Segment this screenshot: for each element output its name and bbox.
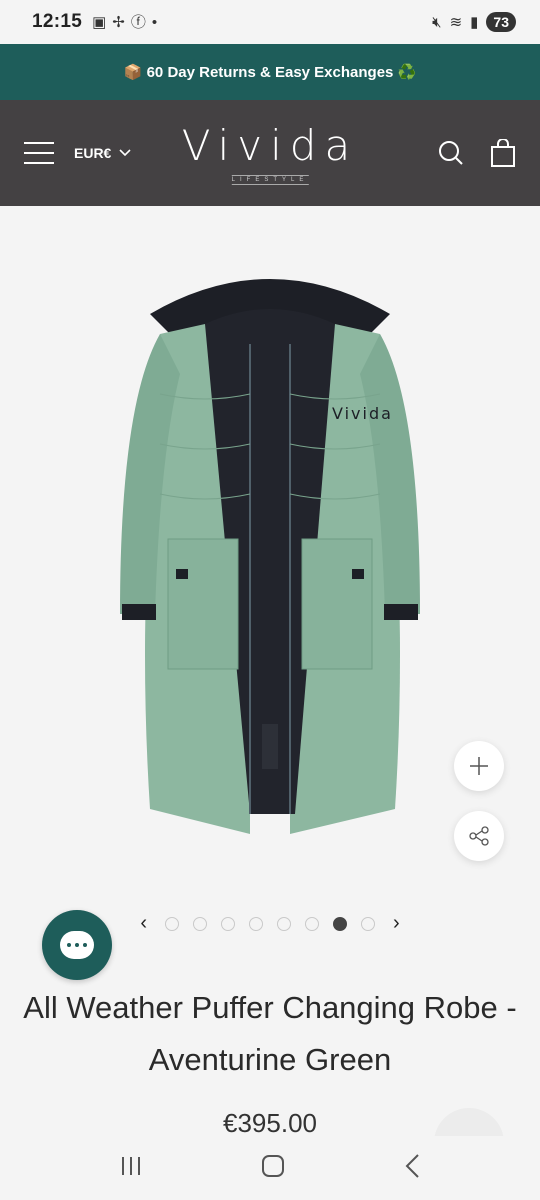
screenshot-icon: ▣ <box>92 13 107 31</box>
chevron-down-icon <box>119 149 131 157</box>
facebook-icon: ⓕ <box>130 13 146 31</box>
product-image-coat: Vivida <box>120 279 420 834</box>
plus-icon <box>470 757 488 775</box>
logo-text: Vivida <box>181 121 359 170</box>
menu-button[interactable] <box>24 142 54 164</box>
signal-icon: ▮ <box>470 14 479 31</box>
coat-logo-text: Vivida <box>332 404 393 423</box>
brand-logo[interactable]: Vivida LIFESTYLE <box>182 124 358 186</box>
search-icon[interactable] <box>438 140 464 166</box>
announcement-text: 📦 60 Day Returns & Easy Exchanges ♻️ <box>123 64 417 81</box>
home-icon[interactable] <box>260 1153 286 1184</box>
wifi-icon: ≋ <box>449 14 463 31</box>
carousel-dot[interactable] <box>277 916 291 931</box>
carousel-dot[interactable] <box>305 916 319 931</box>
status-time: 12:15 <box>32 11 83 32</box>
zoom-button[interactable] <box>454 741 504 791</box>
site-header: EUR€ Vivida LIFESTYLE <box>0 100 540 206</box>
mute-icon: 🔇︎ <box>432 13 442 31</box>
menu-icon-line <box>24 152 54 154</box>
share-button[interactable] <box>454 811 504 861</box>
product-gallery[interactable]: Vivida <box>0 206 540 906</box>
menu-icon-line <box>24 162 54 164</box>
menu-icon-line <box>24 142 54 144</box>
status-system-icons: 🔇︎ ≋ ▮ 73 <box>432 12 516 32</box>
product-title: All Weather Puffer Changing Robe - Avent… <box>23 990 517 1077</box>
announcement-bar[interactable]: 📦 60 Day Returns & Easy Exchanges ♻️ <box>0 44 540 100</box>
pinwheel-icon: ✢ <box>112 13 125 31</box>
carousel-dot[interactable] <box>221 916 235 931</box>
battery-badge: 73 <box>486 12 516 32</box>
logo-subtext: LIFESTYLE <box>231 175 309 185</box>
dot-icon: • <box>151 13 158 31</box>
status-notification-icons: ▣ ✢ ⓕ • <box>92 15 157 30</box>
carousel-dot[interactable] <box>193 916 207 931</box>
currency-selector[interactable]: EUR€ <box>74 145 131 161</box>
carousel-dot[interactable] <box>249 916 263 931</box>
carousel-dot-active[interactable] <box>333 916 347 931</box>
android-nav-bar <box>0 1136 540 1200</box>
chevron-left-icon[interactable]: ‹ <box>136 912 151 935</box>
carousel-dot[interactable] <box>361 916 375 931</box>
chat-icon <box>60 931 94 959</box>
cart-icon[interactable] <box>490 139 516 167</box>
chevron-right-icon[interactable]: › <box>389 912 404 935</box>
currency-label: EUR€ <box>74 145 112 161</box>
back-icon[interactable] <box>403 1153 421 1184</box>
share-icon <box>469 826 489 846</box>
chat-button[interactable] <box>42 910 112 980</box>
recents-icon[interactable] <box>119 1155 143 1182</box>
carousel-dot[interactable] <box>165 916 179 931</box>
status-bar: 12:15 ▣ ✢ ⓕ • 🔇︎ ≋ ▮ 73 <box>0 0 540 44</box>
